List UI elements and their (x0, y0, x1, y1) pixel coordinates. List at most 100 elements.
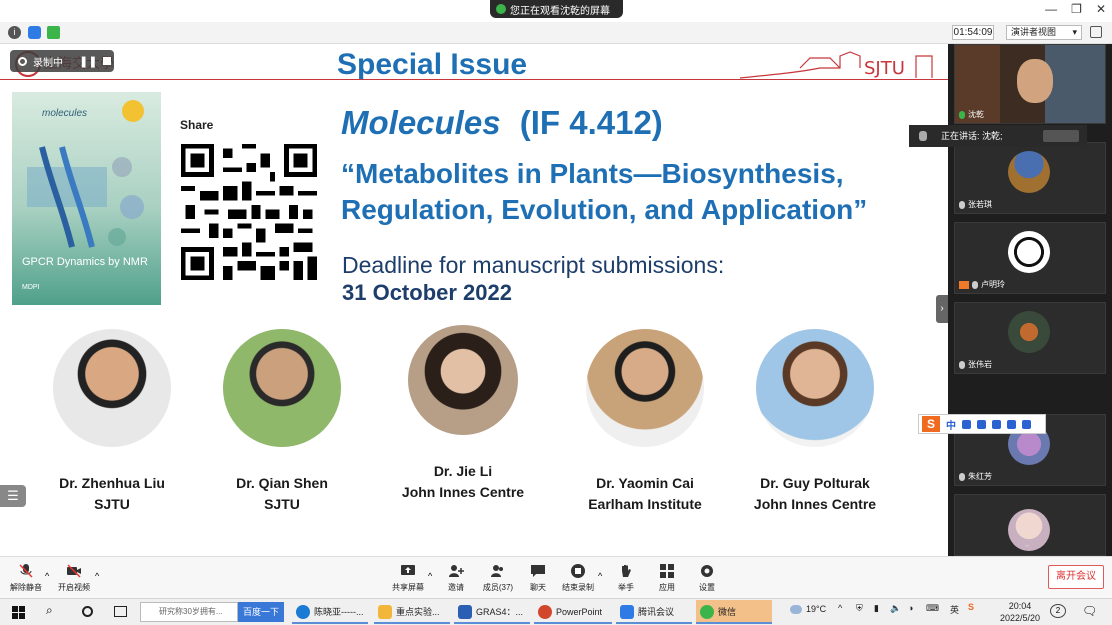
stop-record-button[interactable]: 结束录制 (552, 563, 604, 593)
participant-tile[interactable]: 张伟岩 (954, 302, 1106, 374)
panel-collapse-icon[interactable]: › (936, 295, 948, 323)
taskbar-app-powerpoint[interactable]: PowerPoint (534, 600, 612, 624)
scroll-down-icon[interactable]: ⌄ (1023, 539, 1031, 550)
meeting-control-bar: 解除静音 ^ 开启视频 ^ 共享屏幕 ^ 邀请 成员(37) 聊天 结束录制 ^ (0, 556, 1112, 598)
ime-language[interactable]: 中 (946, 417, 956, 432)
chevron-up-icon[interactable]: ^ (838, 603, 842, 613)
gear-icon (699, 563, 715, 579)
microphone-icon[interactable] (977, 419, 986, 429)
editor-card: Dr. Guy Polturak John Innes Centre (725, 329, 905, 515)
impact-badge-icon (122, 100, 144, 122)
raise-hand-label: 举手 (618, 583, 634, 592)
chevron-up-icon[interactable]: ^ (95, 571, 99, 581)
toolbox-icon[interactable] (1022, 419, 1031, 429)
title-divider (0, 79, 948, 80)
participant-name: 张伟岩 (968, 360, 992, 369)
network-icon[interactable]: ◑ (908, 603, 913, 613)
screen: 您正在观看沈乾的屏幕 — ❐ ✕ i 01:54:09 演讲者视图 ▾ 上海交大… (0, 0, 1112, 625)
taskbar-app-wechat[interactable]: 微信 (696, 600, 772, 624)
window-titlebar: 您正在观看沈乾的屏幕 — ❐ ✕ (0, 0, 1112, 22)
search-icon[interactable]: ⌕ (46, 603, 53, 618)
share-screen-button[interactable]: 共享屏幕 (382, 563, 434, 593)
editor-photo (223, 329, 341, 447)
taskbar-app-tencent-meeting[interactable]: 腾讯会议 (616, 600, 692, 624)
web-search-button[interactable]: 百度一下 (238, 602, 284, 622)
view-mode-select[interactable]: 演讲者视图 ▾ (1006, 25, 1082, 40)
skin-icon[interactable] (1007, 419, 1016, 429)
editor-affiliation: SJTU (264, 496, 300, 512)
keyboard-tray-icon[interactable]: ⌨ (926, 603, 939, 614)
wechat-notify-badge[interactable]: 2 (1050, 604, 1066, 618)
keyboard-icon[interactable] (992, 419, 1001, 429)
leave-meeting-button[interactable]: 离开会议 (1048, 565, 1104, 589)
editor-name: Dr. Jie Li (433, 463, 493, 479)
speaker-video[interactable]: 沈乾 (954, 44, 1106, 124)
settings-button[interactable]: 设置 (681, 563, 733, 593)
editor-photo (408, 325, 518, 435)
volume-icon[interactable]: 🔈 (890, 603, 901, 614)
editor-photo (586, 329, 704, 447)
video-button[interactable]: 开启视频 (48, 563, 100, 593)
members-label: 成员(37) (482, 583, 514, 592)
participant-name-tag: 朱红芳 (959, 471, 992, 482)
close-button[interactable]: ✕ (1096, 2, 1106, 16)
cortana-icon[interactable] (82, 606, 93, 617)
notification-center-icon[interactable]: 🗨 (1082, 604, 1097, 618)
battery-icon[interactable]: ▮ (874, 603, 879, 614)
sogou-tray-icon[interactable]: S (968, 602, 974, 612)
mic-muted-icon (959, 200, 965, 209)
signal-icon[interactable] (47, 26, 60, 39)
taskbar-app-word[interactable]: GRAS4：... (454, 600, 530, 624)
info-icon[interactable]: i (8, 26, 21, 39)
windows-taskbar: ⌕ 研究称30岁拥有... 百度一下 陈晓亚-----... 重点实验... G… (0, 598, 1112, 625)
ime-tray-icon[interactable]: 英 (950, 603, 959, 616)
editor-name: Dr. Yaomin Cai (596, 475, 694, 491)
recording-indicator[interactable]: 录制中 ❚❚ (10, 50, 114, 72)
meeting-timer: 01:54:09 (952, 25, 994, 40)
members-icon (490, 563, 506, 579)
taskbar-app-folder[interactable]: 重点实验... (374, 600, 450, 624)
edge-icon (296, 605, 310, 619)
web-search-input[interactable]: 研究称30岁拥有... (140, 602, 238, 622)
stop-icon[interactable] (103, 57, 112, 65)
system-clock[interactable]: 20:04 2022/5/20 (996, 600, 1044, 624)
stop-record-icon (570, 563, 586, 579)
qr-code-icon (181, 144, 317, 280)
taskbar-app-label: 腾讯会议 (638, 607, 675, 617)
list-icon[interactable]: ☰ (0, 485, 26, 507)
maximize-button[interactable]: ❐ (1071, 2, 1082, 16)
user-icon (959, 280, 969, 289)
apps-grid-icon (659, 563, 675, 579)
taskbar-app-label: 陈晓亚-----... (314, 607, 364, 617)
folder-icon (378, 605, 392, 619)
taskbar-app-edge[interactable]: 陈晓亚-----... (292, 600, 368, 624)
editor-affiliation: SJTU (94, 496, 130, 512)
pen-tools-icon[interactable] (1043, 130, 1079, 142)
protein-illustration-icon (27, 146, 144, 248)
fullscreen-icon[interactable] (1090, 26, 1102, 38)
minimize-button[interactable]: — (1045, 2, 1057, 16)
editor-affiliation: Earlham Institute (588, 496, 702, 512)
shield-icon[interactable] (28, 26, 41, 39)
shield-tray-icon[interactable]: ⛨ (856, 603, 863, 614)
deadline-date: 31 October 2022 (342, 280, 512, 305)
add-user-icon (448, 563, 464, 579)
hand-icon (618, 563, 634, 579)
participant-tile[interactable]: 卢明玲 (954, 222, 1106, 294)
speaking-indicator: 正在讲话: 沈乾; (909, 125, 1087, 147)
share-screen-icon (400, 563, 416, 579)
editor-photo (756, 329, 874, 447)
pause-icon[interactable]: ❚❚ (79, 55, 97, 68)
cover-publisher: MDPI (22, 284, 40, 291)
participant-avatar (1008, 231, 1050, 273)
windows-start-icon[interactable] (12, 606, 25, 619)
shared-slide: 上海交大學 录制中 ❚❚ Special Issue SJTU molecule… (0, 44, 948, 556)
task-view-icon[interactable] (114, 606, 127, 617)
ime-toolbar[interactable]: S 中 (918, 414, 1046, 434)
view-mode-label: 演讲者视图 (1011, 27, 1057, 37)
video-off-icon (66, 563, 82, 579)
settings-label: 设置 (699, 583, 715, 592)
participant-tile[interactable]: ⌄ (954, 494, 1106, 556)
punctuation-icon[interactable] (962, 419, 971, 429)
participant-tile[interactable]: 张若琪 (954, 142, 1106, 214)
